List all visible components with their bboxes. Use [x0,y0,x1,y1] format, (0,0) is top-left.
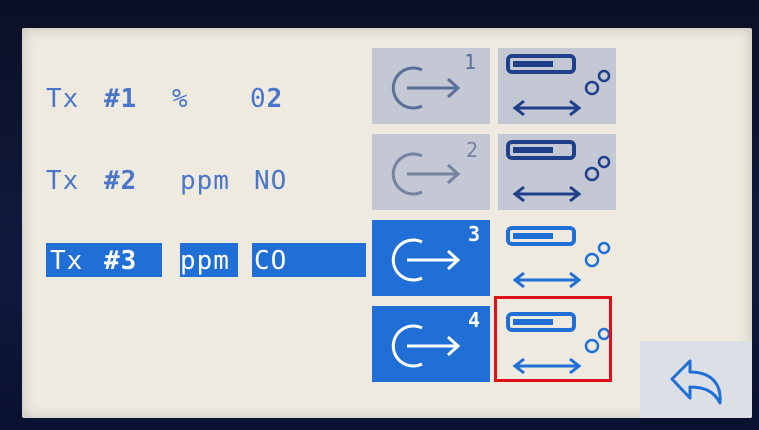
touch-screen: Tx #1 % 02 Tx #2 ppm NO Tx #3 ppm CO 1 2… [22,28,752,418]
channel-2-enable-button[interactable]: 2 [372,134,490,210]
tx-unit: ppm [180,166,230,196]
tx-gas: CO [254,246,288,276]
tx-label: Tx [50,246,84,276]
tx-unit: ppm [180,246,230,276]
back-button[interactable] [640,341,752,418]
tx-label: Tx [46,166,80,196]
channel-number: 2 [466,138,479,162]
back-arrow-icon [670,359,722,405]
channel-1-enable-button[interactable]: 1 [372,48,490,124]
channel-2-config-button[interactable] [498,134,616,210]
tx-gas: NO [254,166,288,196]
channel-number: 3 [468,222,481,246]
transmitter-row-1: Tx #1 % 02 [22,78,372,118]
tx-number: #3 [104,246,138,276]
channel-3-enable-button[interactable]: 3 [372,220,490,296]
tx-number: #2 [104,166,138,196]
bar-gears-swap-icon [506,226,611,289]
selection-highlight-box [494,296,612,382]
tx-gas: 02 [250,84,284,114]
tx-number: #1 [104,84,138,114]
bar-gears-swap-icon [506,140,611,203]
transmitter-row-2: Tx #2 ppm NO [22,160,372,200]
transmitter-row-3[interactable]: Tx #3 ppm CO [22,240,372,280]
channel-4-enable-button[interactable]: 4 [372,306,490,382]
tx-label: Tx [46,84,80,114]
channel-1-config-button[interactable] [498,48,616,124]
channel-number: 4 [468,308,481,332]
bar-gears-swap-icon [506,54,611,117]
channel-number: 1 [464,50,477,74]
tx-unit: % [172,84,189,114]
channel-3-config-button[interactable] [498,220,616,296]
